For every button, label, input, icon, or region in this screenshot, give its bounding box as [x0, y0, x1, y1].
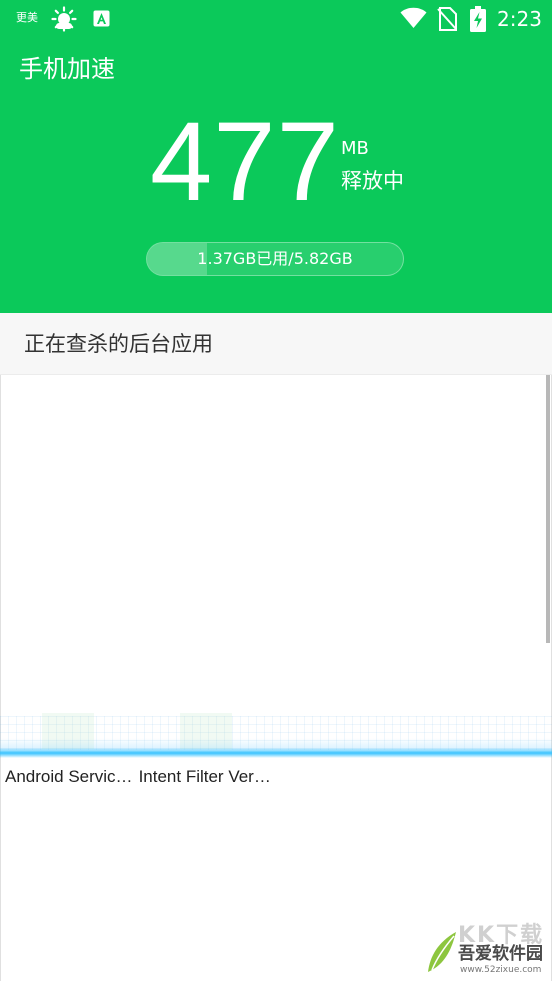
memory-usage-bar: 1.37GB已用/5.82GB	[146, 242, 404, 276]
section-header: 正在查杀的后台应用	[0, 313, 552, 375]
no-sim-icon	[437, 7, 457, 31]
watermark-logo: KK下载 吾爱软件园 www.52zixue.com	[418, 924, 548, 978]
freed-status-label: 释放中	[341, 169, 404, 193]
app-name: Android Servic…	[5, 767, 133, 786]
background-app-list[interactable]	[0, 375, 552, 981]
app-notification-icon	[93, 10, 110, 27]
weather-icon	[51, 6, 77, 32]
scan-line	[0, 748, 552, 758]
page-title: 手机加速	[19, 55, 115, 83]
boost-header: 更美 2:23 手机加速 477 MB 释放中 1.37GB已用/5.82GB	[0, 0, 552, 313]
carrier-label: 更美	[16, 11, 38, 24]
app-name: Intent Filter Ver…	[138, 767, 271, 786]
watermark-url: www.52zixue.com	[460, 965, 542, 975]
list-scrollbar[interactable]	[546, 375, 550, 643]
freed-memory-unit: MB	[341, 138, 369, 159]
battery-charging-icon	[470, 6, 486, 32]
wifi-icon	[400, 7, 427, 29]
freed-memory-amount: 477	[150, 99, 340, 224]
section-title: 正在查杀的后台应用	[24, 332, 213, 356]
status-clock: 2:23	[497, 7, 542, 31]
leaf-logo-icon	[428, 932, 456, 972]
watermark-name: 吾爱软件园	[458, 944, 543, 964]
boost-screen: 更美 2:23 手机加速 477 MB 释放中 1.37GB已用/5.82GB …	[0, 0, 552, 981]
status-bar: 更美 2:23	[0, 0, 552, 38]
app-row: Android Servic… Intent Filter Ver…	[5, 766, 271, 788]
memory-usage-text: 1.37GB已用/5.82GB	[197, 249, 353, 268]
